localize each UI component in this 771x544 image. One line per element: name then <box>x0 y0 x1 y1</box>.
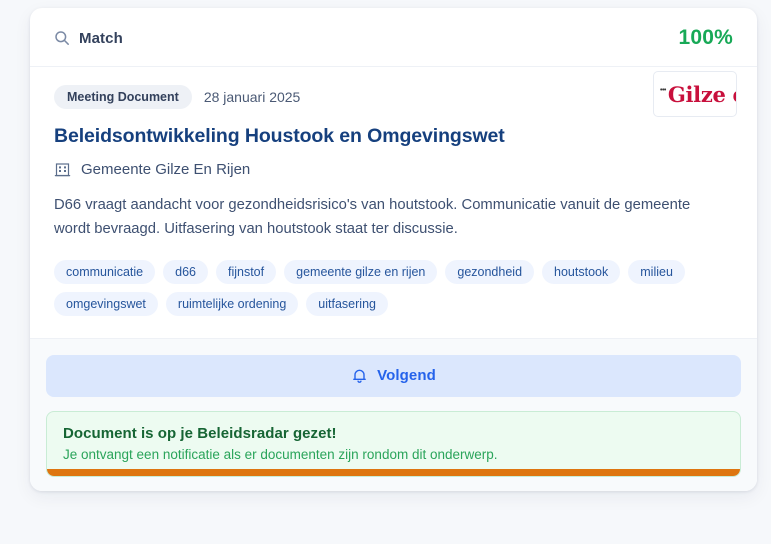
page-root: Match 100% Meeting Document 28 januari 2… <box>0 0 771 544</box>
document-summary: D66 vraagt aandacht voor gezondheidsrisi… <box>54 197 691 237</box>
logo-mark-icon: ••• <box>660 86 666 94</box>
follow-button-label: Volgend <box>377 367 436 385</box>
card-body: Meeting Document 28 januari 2025 ••• Gil… <box>30 67 757 338</box>
tag-list: communicatie d66 fijnstof gemeente gilze… <box>54 259 714 316</box>
progress-bar <box>47 468 740 476</box>
tag-item[interactable]: milieu <box>628 259 685 284</box>
tag-item[interactable]: uitfasering <box>306 291 388 316</box>
search-icon <box>54 30 70 46</box>
success-notification: Document is op je Beleidsradar gezet! Je… <box>46 410 741 477</box>
follow-button[interactable]: Volgend <box>46 354 741 397</box>
logo-wordmark: Gilze en Rij <box>667 81 736 107</box>
match-score: 100% <box>678 26 733 49</box>
tag-item[interactable]: omgevingswet <box>54 291 158 316</box>
building-icon <box>54 161 71 178</box>
tag-item[interactable]: gezondheid <box>445 259 535 284</box>
organization-name: Gemeente Gilze En Rijen <box>81 161 251 178</box>
match-label-text: Match <box>79 29 123 47</box>
match-card: Match 100% Meeting Document 28 januari 2… <box>30 8 757 491</box>
success-subtitle: Je ontvangt een notificatie als er docum… <box>63 446 498 462</box>
tag-item[interactable]: ruimtelijke ordening <box>165 291 299 316</box>
document-type-badge: Meeting Document <box>54 85 192 109</box>
organization-logo: ••• Gilze en Rij <box>653 71 737 117</box>
bell-icon <box>351 367 368 384</box>
tag-item[interactable]: gemeente gilze en rijen <box>284 259 438 284</box>
card-footer: Volgend Document is op je Beleidsradar g… <box>30 337 757 491</box>
tag-item[interactable]: d66 <box>163 259 208 284</box>
success-title: Document is op je Beleidsradar gezet! <box>63 424 337 442</box>
tag-item[interactable]: houtstook <box>542 259 621 284</box>
tag-item[interactable]: fijnstof <box>215 259 277 284</box>
match-label: Match <box>54 30 123 47</box>
card-header: Match 100% <box>30 8 757 67</box>
document-meta-row: Meeting Document 28 januari 2025 <box>54 85 733 109</box>
organization-row: Gemeente Gilze En Rijen <box>54 161 733 178</box>
document-title[interactable]: Beleidsontwikkeling Houstook en Omgeving… <box>54 125 733 148</box>
tag-item[interactable]: communicatie <box>54 259 156 284</box>
organization-logo-inner: ••• Gilze en Rij <box>660 72 736 116</box>
document-date: 28 januari 2025 <box>203 89 301 105</box>
